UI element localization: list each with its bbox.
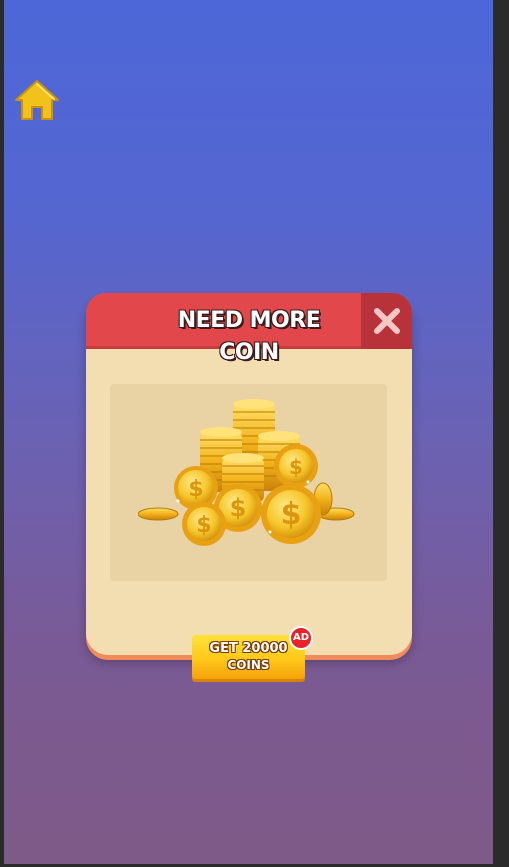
right-frame-edge (493, 0, 509, 867)
svg-text:$: $ (196, 513, 211, 538)
coins-label: COINS (227, 658, 270, 672)
close-button[interactable] (361, 293, 412, 349)
get-coins-ad-button[interactable]: GET 20000 COINS (192, 635, 305, 679)
svg-text:$: $ (281, 497, 302, 532)
svg-text:$: $ (230, 494, 247, 522)
need-more-coin-dialog: NEED MORE COIN $ $ $ $ $ (86, 293, 412, 655)
svg-text:$: $ (188, 477, 203, 502)
dialog-title: NEED MORE COIN (177, 308, 321, 365)
coin-stack-icon: $ $ $ $ $ (138, 399, 355, 546)
coin-illustration-panel: $ $ $ $ $ (110, 384, 387, 581)
home-icon (15, 80, 59, 120)
get-coins-label: GET 20000 (209, 641, 288, 656)
ad-badge: AD (289, 626, 313, 650)
home-button[interactable] (14, 78, 60, 122)
dialog-header: NEED MORE COIN (86, 293, 412, 365)
close-x-icon (373, 308, 400, 334)
svg-text:$: $ (289, 455, 303, 479)
